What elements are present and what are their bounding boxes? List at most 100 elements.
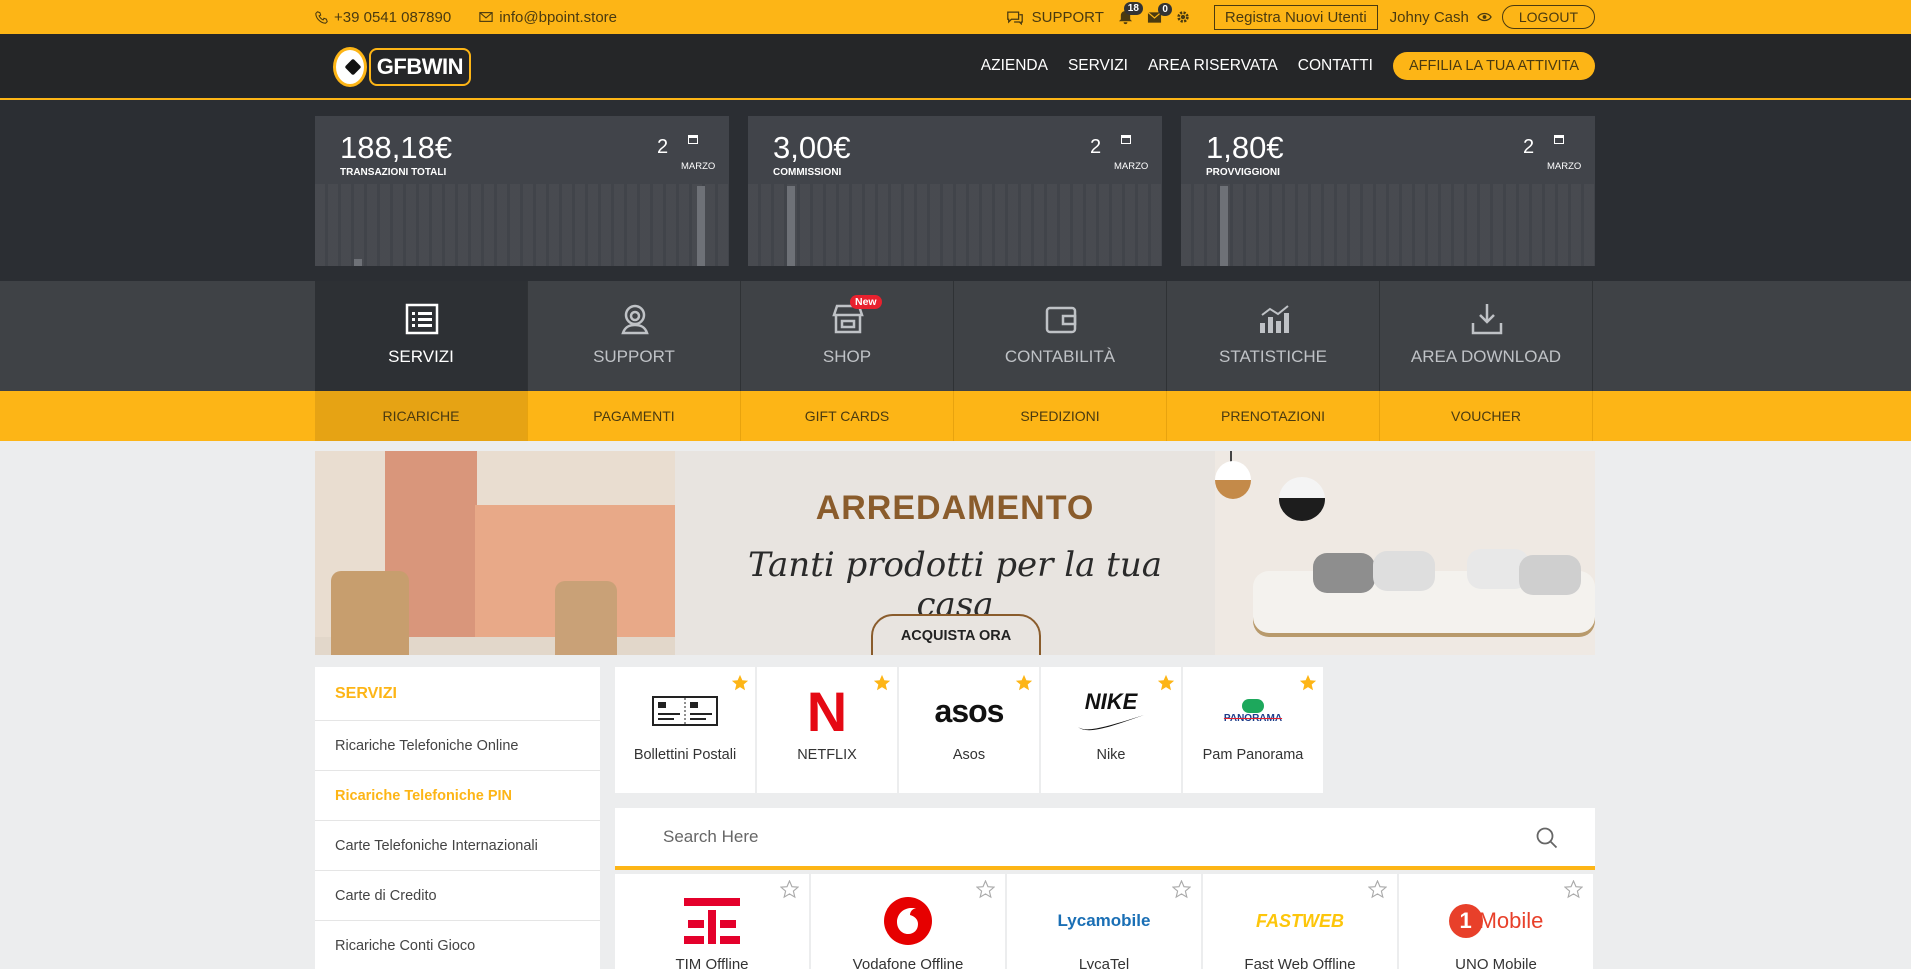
messages-badge: 0 [1158,2,1172,16]
tim-logo [615,898,809,944]
subtab-spedizioni[interactable]: SPEDIZIONI [954,391,1167,441]
subtab-gift-cards[interactable]: GIFT CARDS [741,391,954,441]
stats-section: 188,18€ TRANSAZIONI TOTALI 2 MARZO 3,00€… [0,100,1911,281]
tab-shop[interactable]: New SHOP [741,281,954,391]
banner-subtitle: Tanti prodotti per la tua casa [747,545,1162,625]
favorite-card[interactable]: NIKE Nike [1041,667,1181,793]
sidebar-item[interactable]: Ricariche Telefoniche PIN [315,771,600,821]
favorite-card[interactable]: PANORAMA Pam Panorama [1183,667,1323,793]
provider-card[interactable]: TIM Offline [615,874,809,969]
subtab-prenotazioni[interactable]: PRENOTAZIONI [1167,391,1380,441]
stat-bar [697,186,705,266]
subtab-ricariche[interactable]: RICARICHE [315,391,528,441]
stat-amount: 3,00€ [773,130,851,165]
support-link[interactable]: SUPPORT [1006,9,1104,26]
lycamobile-logo: Lycamobile [1057,911,1151,930]
gear-icon [1177,11,1189,23]
search-icon[interactable] [1535,826,1559,850]
settings-button[interactable] [1176,10,1190,24]
sofa-image [1253,549,1595,633]
stat-chart [1181,184,1595,266]
tab-label: STATISTICHE [1219,347,1327,366]
stat-label: PROVVIGGIONI [1206,167,1280,178]
email-address: info@bpoint.store [499,8,617,26]
search-input[interactable] [651,808,1491,866]
favorite-label: NETFLIX [797,747,857,763]
stat-chart [748,184,1162,266]
register-users-button[interactable]: Registra Nuovi Utenti [1213,4,1378,30]
tab-area-download[interactable]: AREA DOWNLOAD [1380,281,1593,391]
nav-area-riservata[interactable]: AREA RISERVATA [1148,57,1278,75]
tab-support[interactable]: SUPPORT [528,281,741,391]
tab-contabilita[interactable]: CONTABILITÀ [954,281,1167,391]
phone-link[interactable]: +39 0541 087890 [315,9,451,26]
stat-card-transactions: 188,18€ TRANSAZIONI TOTALI 2 MARZO [315,116,729,266]
sidebar-item[interactable]: Ricariche Conti Gioco [315,921,600,969]
notifications-button[interactable]: 18 [1118,1,1143,25]
favorite-card[interactable]: asos Asos [899,667,1039,793]
asos-logo: asos [934,692,1005,729]
stat-bar [1220,186,1228,266]
provider-card[interactable]: FASTWEB Fast Web Offline [1203,874,1397,969]
sidebar-item[interactable]: Ricariche Telefoniche Online [315,721,600,771]
tab-label: CONTABILITÀ [1004,347,1116,366]
stat-amount: 1,80€ [1206,130,1284,165]
provider-card[interactable]: Vodafone Offline [811,874,1005,969]
calendar-icon [688,135,698,144]
subtab-pagamenti[interactable]: PAGAMENTI [528,391,741,441]
banner-image-left [315,451,675,655]
stat-count: 2 [1090,136,1102,158]
star-outline-icon[interactable] [1368,880,1387,899]
stat-count: 2 [657,136,669,158]
provider-card[interactable]: Lycamobile LycaTel [1007,874,1201,969]
stat-month: MARZO [681,161,716,172]
panorama-logo: PANORAMA [1183,685,1323,737]
affiliate-button[interactable]: AFFILIA LA TUA ATTIVITA [1392,52,1595,80]
sidebar-item[interactable]: Carte Telefoniche Internazionali [315,821,600,871]
tab-label: SUPPORT [593,347,675,366]
logo[interactable]: GFBWIN [333,42,471,92]
list-icon [405,303,439,335]
provider-card[interactable]: 1 Mobile UNO Mobile [1399,874,1593,969]
favorite-card[interactable]: Bollettini Postali [615,667,755,793]
user-menu[interactable]: Johny Cash [1390,9,1492,26]
tab-statistiche[interactable]: STATISTICHE [1167,281,1380,391]
services-sidebar: SERVIZI Ricariche Telefoniche Online Ric… [315,667,600,969]
calendar-icon [1121,135,1131,144]
sidebar-title: SERVIZI [315,667,600,721]
favorite-label: Bollettini Postali [633,747,737,763]
stat-label: COMMISSIONI [773,167,842,178]
nav-contatti[interactable]: CONTATTI [1298,57,1373,75]
favorite-card[interactable]: N NETFLIX [757,667,897,793]
provider-label: LycaTel [1078,956,1130,969]
star-outline-icon[interactable] [1172,880,1191,899]
support-label: SUPPORT [1031,8,1104,26]
sidebar-item[interactable]: Carte di Credito [315,871,600,921]
star-outline-icon[interactable] [1564,880,1583,899]
lamp-image [1279,477,1325,521]
netflix-logo: N [806,679,848,743]
nav-servizi[interactable]: SERVIZI [1068,57,1128,75]
stat-chart [315,184,729,266]
stat-label: TRANSAZIONI TOTALI [340,167,447,178]
star-outline-icon[interactable] [976,880,995,899]
download-icon [1471,304,1503,335]
provider-label: UNO Mobile [1455,956,1537,969]
subtab-voucher[interactable]: VOUCHER [1380,391,1593,441]
lamp-image [1215,461,1251,499]
stat-card-commissions: 3,00€ COMMISSIONI 2 MARZO [748,116,1162,266]
tab-servizi[interactable]: SERVIZI [315,281,528,391]
email-link[interactable]: info@bpoint.store [479,9,617,26]
phone-icon [315,10,328,24]
star-outline-icon[interactable] [780,880,799,899]
favorite-label: Nike [1096,747,1126,763]
calendar-icon [1554,135,1564,144]
promo-banner[interactable]: ARREDAMENTO Tanti prodotti per la tua ca… [315,451,1595,655]
logo-text: GFBWIN [368,48,471,86]
category-tabs: SERVIZI SUPPORT New SHOP CONTABILITÀ STA… [0,281,1911,391]
logout-button[interactable]: LOGOUT [1501,5,1595,29]
messages-button[interactable]: 0 [1147,2,1172,24]
shop-now-button[interactable]: ACQUISTA ORA [871,614,1041,655]
stat-month: MARZO [1547,161,1582,172]
nav-azienda[interactable]: AZIENDA [981,57,1048,75]
